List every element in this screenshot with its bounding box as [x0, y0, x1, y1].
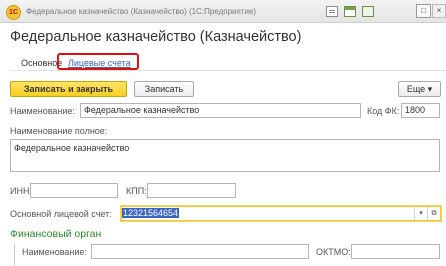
main-account-value: 12321564654	[122, 208, 180, 218]
full-name-label: Наименование полное:	[10, 126, 108, 136]
document-icon[interactable]	[326, 6, 338, 17]
main-account-label: Основной лицевой счет:	[10, 209, 112, 219]
calendar-icon[interactable]	[344, 6, 356, 17]
inn-field[interactable]	[30, 183, 118, 198]
calendar-alt-icon[interactable]	[362, 6, 374, 17]
save-close-button[interactable]: Записать и закрыть	[10, 81, 127, 97]
financial-body-name-label: Наименование:	[22, 247, 87, 257]
save-button[interactable]: Записать	[134, 81, 194, 97]
annotation-highlight	[57, 53, 139, 70]
window-titlebar: 1С Федеральное казначейство (Казначейств…	[0, 0, 446, 23]
name-field[interactable]: Федеральное казначейство	[80, 103, 361, 118]
inn-label: ИНН:	[10, 186, 32, 196]
kpp-field[interactable]	[147, 183, 236, 198]
app-logo-icon: 1С	[6, 5, 21, 20]
fk-code-label: Код ФК:	[367, 106, 400, 116]
financial-body-name-field[interactable]	[91, 244, 309, 259]
financial-body-section-title: Финансовый орган	[10, 228, 102, 240]
oktmo-field[interactable]	[351, 244, 440, 259]
more-button[interactable]: Еще ▾	[398, 81, 441, 97]
page-title: Федеральное казначейство (Казначейство)	[10, 29, 302, 45]
tab-divider	[10, 70, 446, 71]
open-icon[interactable]: ⧉	[427, 207, 440, 220]
main-account-field[interactable]: 12321564654 ▾ ⧉	[121, 206, 441, 221]
name-label: Наименование:	[10, 106, 75, 116]
oktmo-label: ОКТМО:	[316, 247, 351, 257]
chevron-down-icon[interactable]: ▾	[414, 207, 427, 220]
fk-code-field[interactable]: 1800	[401, 103, 440, 118]
group-divider	[14, 244, 15, 266]
close-button[interactable]: ×	[432, 4, 446, 18]
full-name-field[interactable]: Федеральное казначейство	[10, 139, 440, 172]
maximize-button[interactable]: □	[416, 4, 431, 18]
kpp-label: КПП:	[126, 186, 147, 196]
window-title: Федеральное казначейство (Казначейство) …	[26, 7, 257, 16]
